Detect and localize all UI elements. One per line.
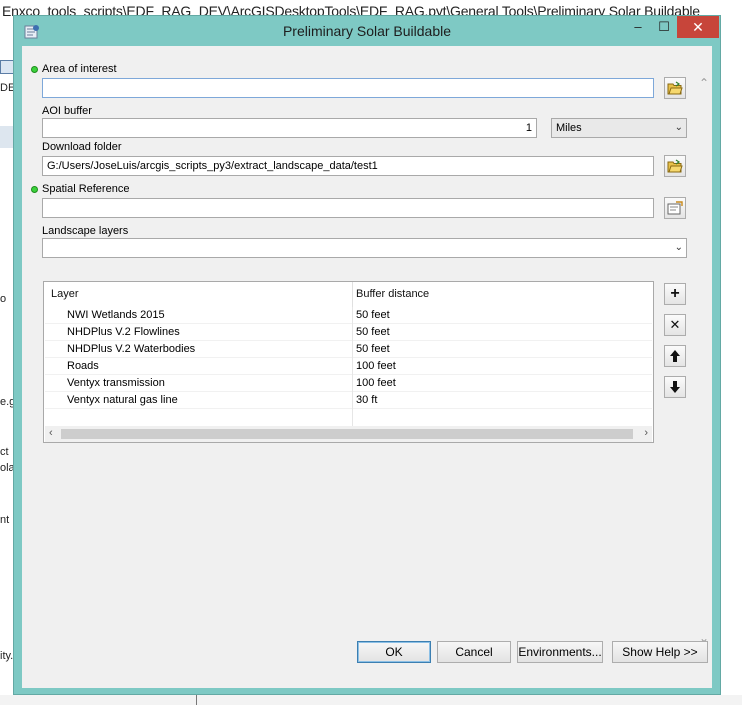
cell-buffer-distance[interactable]: 100 feet: [356, 377, 396, 389]
cancel-button[interactable]: Cancel: [437, 641, 511, 663]
move-up-button[interactable]: [664, 345, 686, 367]
column-divider: [352, 358, 353, 375]
aoi-buffer-unit-value: Miles: [556, 122, 582, 134]
spatial-reference-properties-button[interactable]: [664, 197, 686, 219]
arrow-up-icon: [670, 350, 680, 362]
aoi-browse-button[interactable]: [664, 77, 686, 99]
column-divider: [352, 375, 353, 392]
spatial-reference-label: Spatial Reference: [42, 183, 130, 195]
column-divider: [352, 341, 353, 358]
table-row[interactable]: Ventyx natural gas line 30 ft: [45, 392, 652, 409]
ok-button[interactable]: OK: [357, 641, 431, 663]
background-bottom-strip: [0, 695, 742, 705]
required-indicator-icon: [31, 66, 38, 73]
table-row-empty[interactable]: [45, 409, 652, 426]
layers-table: Layer Buffer distance NWI Wetlands 2015 …: [43, 281, 654, 443]
aoi-buffer-unit-select[interactable]: Miles ⌄: [551, 118, 687, 138]
title-bar[interactable]: Preliminary Solar Buildable – ☐ ✕: [14, 16, 720, 46]
column-divider: [352, 324, 353, 341]
column-header-buffer-distance[interactable]: Buffer distance: [356, 288, 429, 300]
spatial-reference-input[interactable]: [42, 198, 654, 218]
table-row[interactable]: NWI Wetlands 2015 50 feet: [45, 307, 652, 324]
column-divider: [352, 392, 353, 409]
remove-row-button[interactable]: ✕: [664, 314, 686, 336]
chevron-down-icon: ⌄: [674, 242, 683, 253]
column-header-layer[interactable]: Layer: [51, 288, 79, 300]
landscape-layers-select[interactable]: ⌄: [42, 238, 687, 258]
cell-layer[interactable]: Ventyx natural gas line: [67, 394, 178, 406]
show-help-button[interactable]: Show Help >>: [612, 641, 708, 663]
background-divider: [196, 695, 197, 705]
background-tab: [0, 126, 14, 148]
dialog-client-area: Area of interest AOI buffer 1 Miles ⌄ Do…: [22, 46, 712, 688]
required-indicator-icon: [31, 186, 38, 193]
background-text-fragment: ct: [0, 446, 9, 458]
aoi-input[interactable]: [42, 78, 654, 98]
chevron-down-icon: ⌄: [674, 122, 683, 133]
column-divider[interactable]: [352, 282, 353, 307]
background-text-fragment: nt: [0, 514, 10, 526]
table-row[interactable]: Ventyx transmission 100 feet: [45, 375, 652, 392]
cell-layer[interactable]: NWI Wetlands 2015: [67, 309, 165, 321]
cell-buffer-distance[interactable]: 50 feet: [356, 343, 390, 355]
table-row[interactable]: NHDPlus V.2 Waterbodies 50 feet: [45, 341, 652, 358]
background-text-fragment: o: [0, 293, 7, 305]
move-down-button[interactable]: [664, 376, 686, 398]
cell-layer[interactable]: NHDPlus V.2 Waterbodies: [67, 343, 195, 355]
aoi-buffer-label: AOI buffer: [42, 105, 92, 117]
horizontal-scrollbar[interactable]: ‹ ›: [45, 426, 652, 442]
add-row-button[interactable]: +: [664, 283, 686, 305]
scroll-right-arrow-icon[interactable]: ›: [644, 427, 648, 439]
open-folder-icon: [667, 81, 683, 95]
download-folder-label: Download folder: [42, 141, 122, 153]
properties-icon: [667, 201, 683, 215]
cell-buffer-distance[interactable]: 30 ft: [356, 394, 377, 406]
scrollbar-thumb[interactable]: [61, 429, 633, 439]
close-button[interactable]: ✕: [677, 16, 719, 38]
scroll-left-arrow-icon[interactable]: ‹: [49, 427, 53, 439]
background-right-strip: [721, 22, 742, 695]
cell-layer[interactable]: Ventyx transmission: [67, 377, 165, 389]
download-folder-browse-button[interactable]: [664, 155, 686, 177]
arrow-down-icon: [670, 381, 680, 393]
open-folder-icon: [667, 159, 683, 173]
tool-dialog: Preliminary Solar Buildable – ☐ ✕ Area o…: [13, 15, 721, 695]
aoi-label: Area of interest: [42, 63, 117, 75]
cell-buffer-distance[interactable]: 100 feet: [356, 360, 396, 372]
aoi-buffer-input[interactable]: 1: [42, 118, 537, 138]
cell-layer[interactable]: Roads: [67, 360, 99, 372]
cell-buffer-distance[interactable]: 50 feet: [356, 326, 390, 338]
window-title: Preliminary Solar Buildable: [282, 23, 452, 39]
cell-layer[interactable]: NHDPlus V.2 Flowlines: [67, 326, 180, 338]
column-divider: [352, 307, 353, 324]
column-divider: [352, 409, 353, 426]
maximize-button[interactable]: ☐: [651, 16, 677, 38]
scroll-up-icon[interactable]: ⌃: [699, 76, 709, 90]
background-window-icon: [0, 60, 14, 74]
background-text-fragment: ity.: [0, 650, 14, 662]
landscape-layers-label: Landscape layers: [42, 225, 129, 237]
environments-button[interactable]: Environments...: [517, 641, 603, 663]
download-folder-input[interactable]: G:/Users/JoseLuis/arcgis_scripts_py3/ext…: [42, 156, 654, 176]
minimize-button[interactable]: –: [625, 16, 651, 38]
background-left-panel: [0, 22, 14, 705]
cell-buffer-distance[interactable]: 50 feet: [356, 309, 390, 321]
table-row[interactable]: Roads 100 feet: [45, 358, 652, 375]
table-row[interactable]: NHDPlus V.2 Flowlines 50 feet: [45, 324, 652, 341]
